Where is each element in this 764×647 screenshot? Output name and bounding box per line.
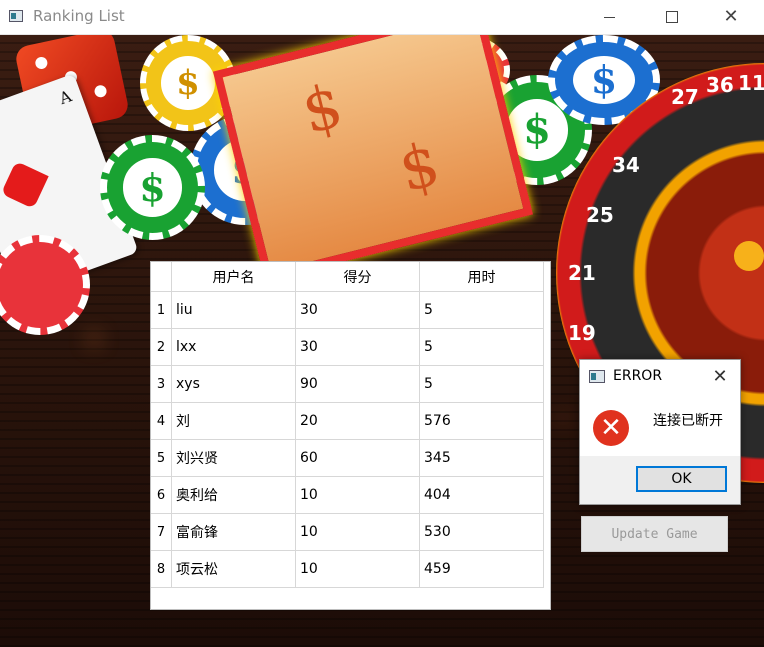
cell-time[interactable]: 5 xyxy=(419,291,544,329)
row-number[interactable]: 8 xyxy=(151,550,172,588)
dialog-footer: OK xyxy=(580,456,740,504)
cell-username[interactable]: 刘兴贤 xyxy=(171,439,296,477)
roulette-number: 34 xyxy=(612,153,640,177)
roulette-number: 36 xyxy=(706,73,734,97)
ranking-table-panel: 用户名 得分 用时 1 liu 30 5 2 lxx 30 5 3 xys 90 xyxy=(150,261,551,610)
cell-score[interactable]: 30 xyxy=(295,328,420,366)
cell-username[interactable]: liu xyxy=(171,291,296,329)
cell-time[interactable]: 5 xyxy=(419,365,544,403)
light-glow xyxy=(90,335,98,343)
cell-score[interactable]: 90 xyxy=(295,365,420,403)
table-row: 1 liu 30 5 xyxy=(151,291,544,329)
row-number[interactable]: 6 xyxy=(151,476,172,514)
cell-score[interactable]: 10 xyxy=(295,550,420,588)
column-header-score[interactable]: 得分 xyxy=(295,262,420,292)
cell-time[interactable]: 576 xyxy=(419,402,544,440)
row-number[interactable]: 4 xyxy=(151,402,172,440)
dialog-close-button[interactable]: ✕ xyxy=(706,364,734,390)
table-row: 7 富俞锋 10 530 xyxy=(151,513,544,551)
roulette-number: 25 xyxy=(586,203,614,227)
maximize-icon xyxy=(666,11,678,23)
cell-username[interactable]: 项云松 xyxy=(171,550,296,588)
close-button[interactable]: ✕ xyxy=(708,0,754,34)
roulette-number: 11 xyxy=(738,71,764,95)
row-number[interactable]: 3 xyxy=(151,365,172,403)
slot-machine-illustration: $ $ xyxy=(212,35,534,282)
cell-score[interactable]: 10 xyxy=(295,476,420,514)
error-icon: ✕ xyxy=(593,410,629,446)
cell-time[interactable]: 5 xyxy=(419,328,544,366)
cell-score[interactable]: 60 xyxy=(295,439,420,477)
column-header-username[interactable]: 用户名 xyxy=(171,262,296,292)
roulette-number: 19 xyxy=(568,321,596,345)
row-number[interactable]: 1 xyxy=(151,291,172,329)
roulette-number: 21 xyxy=(568,261,596,285)
cell-username[interactable]: xys xyxy=(171,365,296,403)
close-icon: ✕ xyxy=(712,366,728,387)
table-row: 6 奥利给 10 404 xyxy=(151,476,544,514)
roulette-number: 27 xyxy=(671,85,699,109)
cell-username[interactable]: lxx xyxy=(171,328,296,366)
corner-header[interactable] xyxy=(151,262,172,292)
row-number[interactable]: 7 xyxy=(151,513,172,551)
minimize-icon xyxy=(603,16,615,18)
chip-symbol: $ xyxy=(161,56,215,110)
table-header-row: 用户名 得分 用时 xyxy=(151,262,544,292)
close-icon: ✕ xyxy=(723,6,739,27)
card-rank-label: A xyxy=(56,86,75,109)
chip-red-2 xyxy=(0,235,90,335)
ok-button[interactable]: OK xyxy=(636,466,727,492)
app-window-icon xyxy=(9,10,23,22)
chip-symbol: $ xyxy=(123,158,182,217)
title-bar: Ranking List ✕ xyxy=(0,0,764,35)
ranking-table: 用户名 得分 用时 1 liu 30 5 2 lxx 30 5 3 xys 90 xyxy=(151,262,544,588)
minimize-button[interactable] xyxy=(586,0,632,34)
dialog-title: ERROR xyxy=(613,368,663,384)
slot-symbol: $ xyxy=(295,70,350,148)
error-dialog: ERROR ✕ ✕ 连接已断开 OK xyxy=(579,359,741,505)
row-number[interactable]: 2 xyxy=(151,328,172,366)
cell-username[interactable]: 刘 xyxy=(171,402,296,440)
update-game-button[interactable]: Update Game xyxy=(581,516,728,552)
cell-time[interactable]: 404 xyxy=(419,476,544,514)
column-header-time[interactable]: 用时 xyxy=(419,262,544,292)
table-row: 3 xys 90 5 xyxy=(151,365,544,403)
maximize-button[interactable] xyxy=(649,0,695,34)
dialog-body: ✕ 连接已断开 xyxy=(580,394,740,456)
table-row: 2 lxx 30 5 xyxy=(151,328,544,366)
light-glow xyxy=(560,415,566,421)
dialog-window-icon xyxy=(589,370,605,383)
table-row: 5 刘兴贤 60 345 xyxy=(151,439,544,477)
window-title: Ranking List xyxy=(33,7,125,25)
cell-username[interactable]: 奥利给 xyxy=(171,476,296,514)
chip-symbol: $ xyxy=(572,55,636,105)
dialog-title-bar: ERROR ✕ xyxy=(580,360,740,394)
cell-username[interactable]: 富俞锋 xyxy=(171,513,296,551)
cell-score[interactable]: 10 xyxy=(295,513,420,551)
dialog-message: 连接已断开 xyxy=(653,413,723,429)
chip-green: $ xyxy=(100,135,205,240)
cell-time[interactable]: 459 xyxy=(419,550,544,588)
table-row: 4 刘 20 576 xyxy=(151,402,544,440)
row-number[interactable]: 5 xyxy=(151,439,172,477)
cell-score[interactable]: 20 xyxy=(295,402,420,440)
cell-time[interactable]: 530 xyxy=(419,513,544,551)
cell-score[interactable]: 30 xyxy=(295,291,420,329)
table-row: 8 项云松 10 459 xyxy=(151,550,544,588)
slot-symbol: $ xyxy=(392,128,447,207)
cell-time[interactable]: 345 xyxy=(419,439,544,477)
